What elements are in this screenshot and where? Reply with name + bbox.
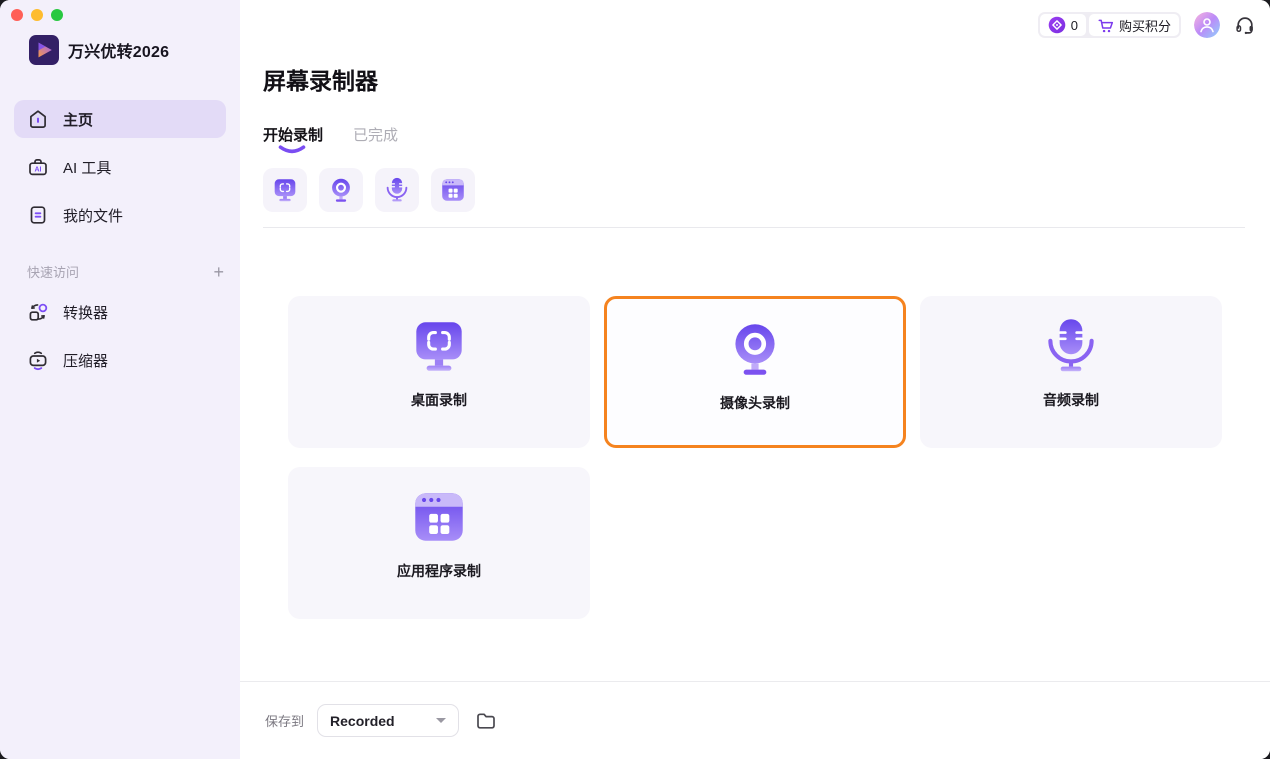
screen-record-icon bbox=[270, 175, 300, 205]
user-avatar[interactable] bbox=[1194, 12, 1220, 38]
destination-folder-value: Recorded bbox=[330, 713, 395, 729]
mic-record-icon bbox=[382, 175, 412, 205]
sidebar-nav: 主页 AI AI 工具 我的文件 bbox=[0, 100, 240, 244]
chip-screen-record[interactable] bbox=[263, 168, 307, 212]
credits-pill[interactable]: 0 bbox=[1040, 14, 1086, 36]
webcam-record-icon bbox=[722, 316, 788, 382]
destination-folder-select[interactable]: Recorded bbox=[317, 704, 459, 737]
sidebar-item-label: AI 工具 bbox=[63, 157, 111, 178]
app-window-record-icon bbox=[406, 484, 472, 550]
record-mode-cards: 桌面录制 摄像头录制 bbox=[288, 296, 1222, 619]
chip-app-window-record[interactable] bbox=[431, 168, 475, 212]
buy-credits-label: 购买积分 bbox=[1119, 16, 1171, 35]
credits-count: 0 bbox=[1071, 18, 1078, 33]
open-folder-button[interactable] bbox=[475, 710, 497, 732]
close-window-button[interactable] bbox=[11, 9, 23, 21]
save-to-label: 保存到 bbox=[265, 711, 304, 730]
cart-icon bbox=[1097, 17, 1114, 34]
chevron-down-icon bbox=[436, 718, 446, 723]
sidebar-item-compressor[interactable]: 压缩器 bbox=[14, 341, 226, 379]
tab-label: 开始录制 bbox=[263, 127, 323, 144]
sidebar-item-label: 我的文件 bbox=[63, 205, 123, 226]
quick-access-header: 快速访问 + bbox=[27, 262, 224, 281]
card-desktop-record[interactable]: 桌面录制 bbox=[288, 296, 590, 448]
topbar: 0 购买积分 bbox=[1038, 12, 1257, 38]
quick-access-label: 快速访问 bbox=[27, 262, 79, 281]
folder-icon bbox=[475, 710, 497, 732]
svg-text:AI: AI bbox=[35, 167, 42, 174]
plus-icon[interactable]: + bbox=[213, 263, 224, 281]
tabs: 开始录制 已完成 bbox=[263, 124, 1245, 144]
converter-icon bbox=[27, 301, 49, 323]
sidebar-item-converter[interactable]: 转换器 bbox=[14, 293, 226, 331]
chip-webcam-record[interactable] bbox=[319, 168, 363, 212]
account-pills: 0 购买积分 bbox=[1038, 12, 1181, 38]
record-mode-shortcuts bbox=[263, 168, 1245, 212]
app-name: 万兴优转2026 bbox=[68, 38, 169, 62]
sidebar-item-label: 主页 bbox=[63, 109, 93, 130]
zoom-window-button[interactable] bbox=[51, 9, 63, 21]
sidebar-item-my-files[interactable]: 我的文件 bbox=[14, 196, 226, 234]
compressor-icon bbox=[27, 349, 49, 371]
sidebar-item-home[interactable]: 主页 bbox=[14, 100, 226, 138]
content: 屏幕录制器 开始录制 已完成 bbox=[240, 0, 1270, 681]
sidebar: 万兴优转2026 主页 AI AI 工具 bbox=[0, 0, 240, 759]
minimize-window-button[interactable] bbox=[31, 9, 43, 21]
app-window: 万兴优转2026 主页 AI AI 工具 bbox=[0, 0, 1270, 759]
tab-start-recording[interactable]: 开始录制 bbox=[263, 124, 323, 144]
chip-mic-record[interactable] bbox=[375, 168, 419, 212]
card-webcam-record[interactable]: 摄像头录制 bbox=[604, 296, 906, 448]
card-app-record[interactable]: 应用程序录制 bbox=[288, 467, 590, 619]
section-divider bbox=[263, 227, 1245, 228]
window-controls bbox=[0, 0, 240, 21]
user-avatar-icon bbox=[1194, 12, 1220, 38]
screen-record-icon bbox=[406, 313, 472, 379]
card-label: 音频录制 bbox=[1043, 390, 1099, 410]
card-audio-record[interactable]: 音频录制 bbox=[920, 296, 1222, 448]
card-label: 应用程序录制 bbox=[397, 561, 481, 581]
webcam-record-icon bbox=[326, 175, 356, 205]
page-title: 屏幕录制器 bbox=[263, 62, 1245, 96]
sidebar-item-ai-tools[interactable]: AI AI 工具 bbox=[14, 148, 226, 186]
tab-completed[interactable]: 已完成 bbox=[353, 124, 398, 144]
app-window-record-icon bbox=[438, 175, 468, 205]
footer: 保存到 Recorded bbox=[240, 681, 1270, 759]
sidebar-item-label: 转换器 bbox=[63, 302, 108, 323]
buy-credits-button[interactable]: 购买积分 bbox=[1089, 14, 1179, 36]
sidebar-item-label: 压缩器 bbox=[63, 350, 108, 371]
support-button[interactable] bbox=[1233, 13, 1257, 37]
my-files-icon bbox=[27, 204, 49, 226]
headset-icon bbox=[1233, 13, 1257, 37]
home-icon bbox=[27, 108, 49, 130]
uniconverter-logo bbox=[29, 35, 59, 65]
card-label: 桌面录制 bbox=[411, 390, 467, 410]
active-tab-underline bbox=[278, 145, 306, 155]
tab-label: 已完成 bbox=[353, 127, 398, 144]
main-area: 0 购买积分 bbox=[240, 0, 1270, 759]
quick-access-nav: 转换器 压缩器 bbox=[0, 293, 240, 389]
brand: 万兴优转2026 bbox=[29, 35, 240, 65]
card-label: 摄像头录制 bbox=[720, 393, 790, 413]
ai-toolbox-icon: AI bbox=[27, 156, 49, 178]
coin-icon bbox=[1048, 16, 1066, 34]
mic-record-icon bbox=[1038, 313, 1104, 379]
